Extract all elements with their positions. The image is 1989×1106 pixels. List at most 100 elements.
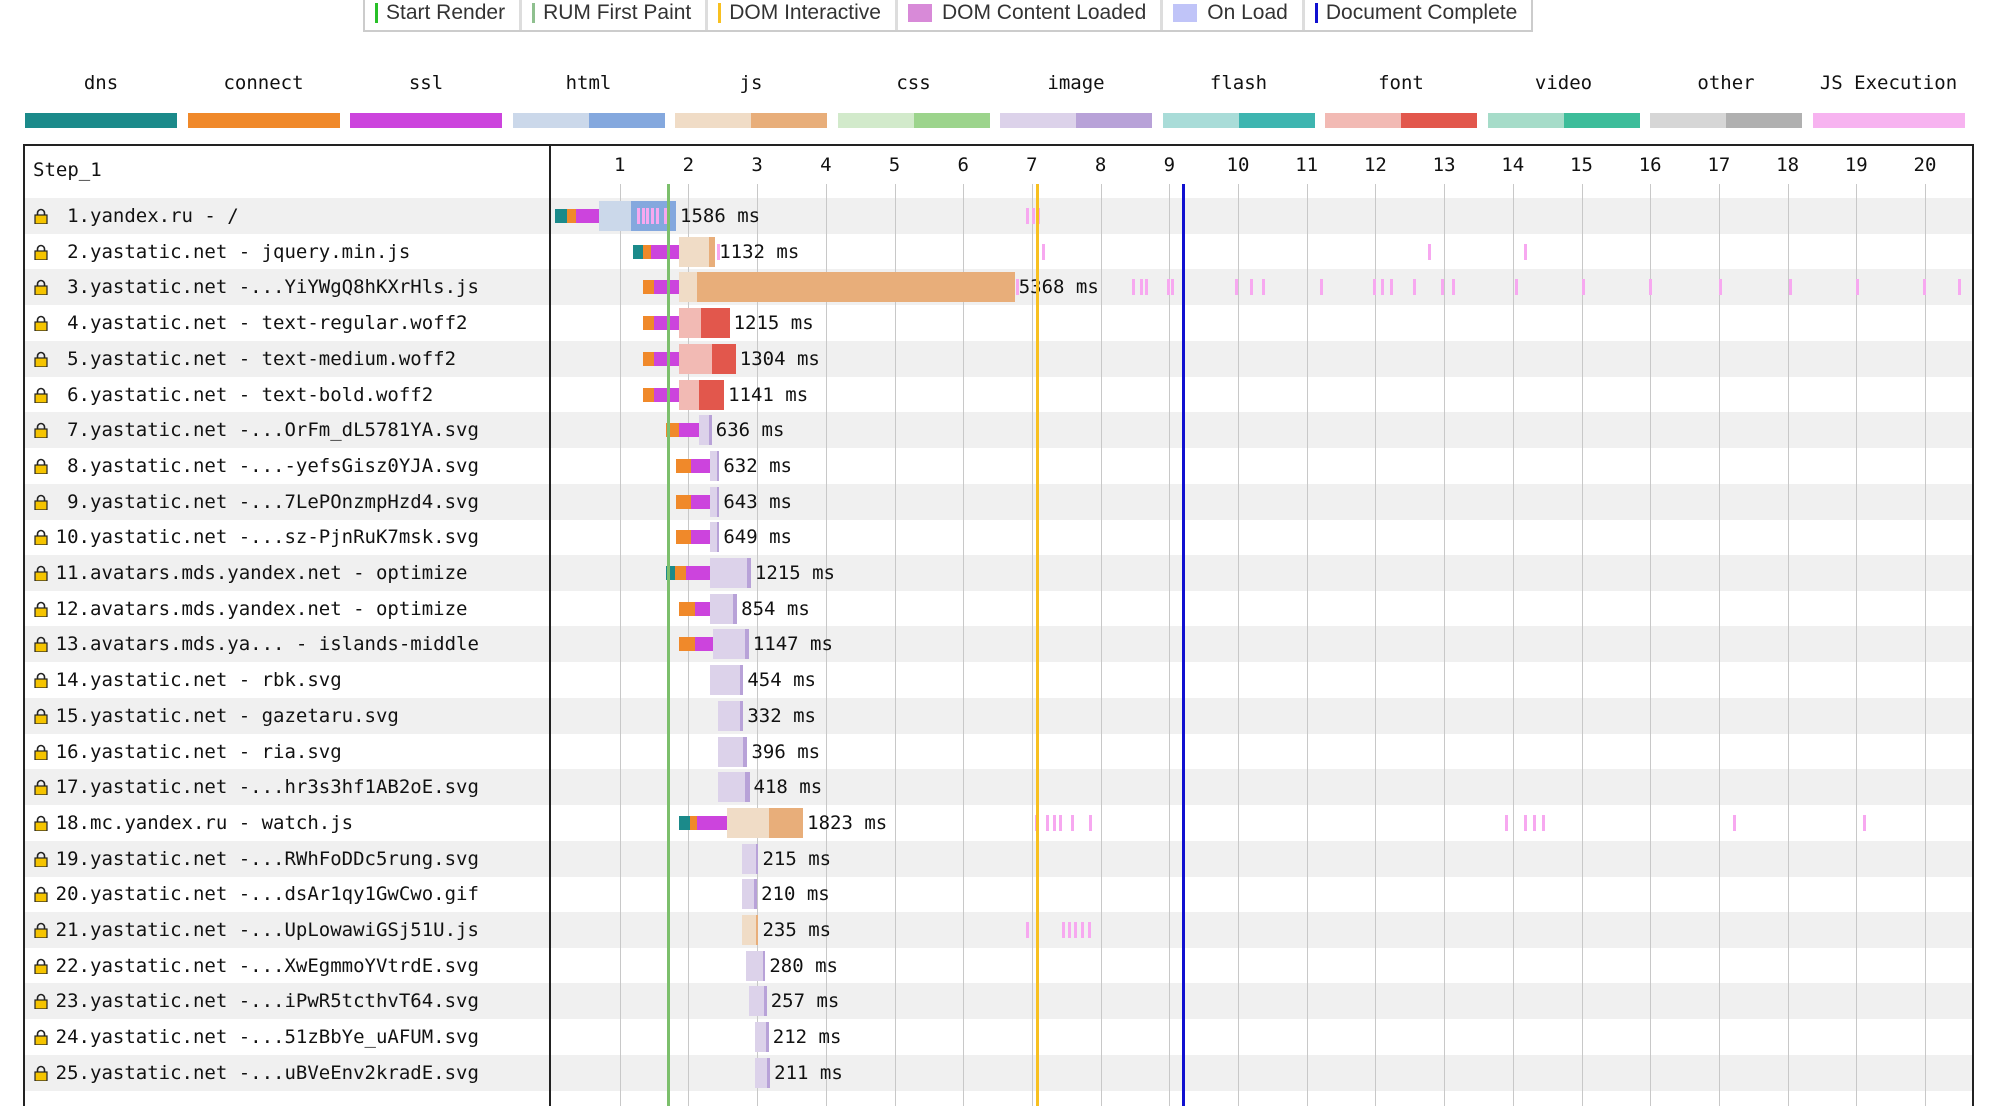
lock-icon [33,707,49,725]
legend-swatch [1173,4,1198,22]
request-label[interactable]: 24. yastatic.net -...51zBbYe_uAFUM.svg [33,1019,479,1055]
waterfall-table: 1. yandex.ru - /2. yastatic.net - jquery… [23,144,1974,1106]
time-tick-label: 7 [1026,154,1038,176]
grid-line [1925,184,1926,1106]
request-label[interactable]: 10. yastatic.net -...sz-PjnRuK7msk.svg [33,519,479,555]
type-legend-label: connect [223,72,304,94]
js-execution-mark [1732,814,1736,831]
request-label[interactable]: 17. yastatic.net -...hr3s3hf1AB2oE.svg [33,769,479,805]
download-segment [733,593,738,624]
type-legend-label: dns [83,72,119,94]
js-execution-mark [1171,279,1175,296]
request-label[interactable]: 13. avatars.mds.ya... - islands-middle [33,626,479,662]
request-number: 22. [55,954,90,977]
request-number: 8. [67,454,90,477]
request-duration: 212 ms [772,1026,842,1049]
request-number: 21. [55,919,90,941]
request-url: yastatic.net - gazetaru.svg [90,704,399,727]
grid-line [1169,184,1171,1106]
request-number: 16. [55,740,90,763]
request-number: 7. [67,419,90,442]
request-label[interactable]: 22. yastatic.net -...XwEgmmoYVtrdE.svg [33,948,479,984]
request-label[interactable]: 12. avatars.mds.yandex.net - optimize [33,591,468,627]
request-duration: 210 ms [761,883,830,906]
wait-segment [678,343,712,374]
request-label[interactable]: 7. yastatic.net -...OrFm_dL5781YA.svg [33,412,479,448]
request-url: yastatic.net -...sz-PjnRuK7msk.svg [90,526,479,549]
js-execution-mark [1922,279,1926,296]
ssl-segment [691,458,711,473]
wait-segment [717,772,746,803]
request-duration: 211 ms [774,1061,843,1084]
request-label[interactable]: 25. yastatic.net -...uBVeEnv2kradE.svg [33,1055,479,1091]
request-duration: 1132 ms [719,240,800,263]
legend-swatch [1314,3,1318,23]
connect-segment [689,815,697,830]
grid-line [1100,184,1102,1106]
type-legend-swatch [350,113,502,128]
request-label[interactable]: 20. yastatic.net -...dsAr1qy1GwCwo.gif [33,876,479,912]
ssl-segment [654,280,679,295]
request-url: yastatic.net -...51zBbYe_uAFUM.svg [90,1026,479,1049]
request-label[interactable]: 18. mc.yandex.ru - watch.js [33,805,353,841]
type-legend-label: JS Execution [1819,72,1958,94]
request-label[interactable]: 6. yastatic.net - text-bold.woff2 [33,377,433,413]
js-execution-mark [1132,279,1136,296]
time-tick-label: 14 [1501,154,1525,176]
time-tick-label: 6 [957,154,969,176]
request-label[interactable]: 3. yastatic.net -...YiYWgQ8hKXrHls.js [33,269,479,305]
request-label[interactable]: 11. avatars.mds.yandex.net - optimize [33,555,468,591]
connect-segment [567,209,577,223]
request-label[interactable]: 15. yastatic.net - gazetaru.svg [33,698,399,734]
request-number: 18. [55,811,90,834]
request-duration: 643 ms [723,490,792,513]
request-label[interactable]: 9. yastatic.net -...7LePOnzmpHzd4.svg [33,484,479,520]
ssl-segment [654,387,679,402]
js-execution-mark [636,208,640,224]
request-url: yastatic.net - text-regular.woff2 [90,312,468,335]
request-url: yastatic.net -...XwEgmmoYVtrdE.svg [90,954,479,977]
request-label[interactable]: 2. yastatic.net - jquery.min.js [33,234,410,270]
request-label[interactable]: 1. yandex.ru - / [33,198,239,234]
request-label[interactable]: 5. yastatic.net - text-medium.woff2 [33,341,456,377]
request-label[interactable]: 8. yastatic.net -...-yefsGisz0YJA.svg [33,448,479,484]
request-number: 13. [55,633,90,656]
legend-label: DOM Content Loaded [941,1,1147,24]
js-execution-mark [1380,279,1384,296]
request-url: yastatic.net -...7LePOnzmpHzd4.svg [90,490,479,513]
grid-line [1718,184,1720,1106]
ssl-segment [695,601,711,616]
js-execution-mark [1504,814,1508,831]
request-duration: 1215 ms [754,562,835,584]
request-label[interactable]: 23. yastatic.net -...iPwR5tcthvT64.svg [33,983,479,1019]
js-execution-mark [1451,279,1455,296]
js-execution-mark [1081,922,1085,938]
lock-icon [33,885,49,903]
wait-segment [741,879,755,910]
lock-icon [33,386,49,404]
wait-segment [698,415,709,446]
lock-icon [33,528,49,546]
event-legend: Start Render RUM First Paint DOM Interacti… [363,0,1534,32]
request-duration: 1147 ms [752,633,833,656]
ssl-segment [691,530,711,545]
request-url: yastatic.net - text-medium.woff2 [90,347,457,370]
lock-icon [33,600,49,618]
js-execution-mark [1389,279,1393,296]
lock-icon [33,778,49,796]
ssl-segment [654,351,679,366]
legend-label: Start Render [386,1,506,24]
request-label[interactable]: 19. yastatic.net -...RWhFoDDc5rung.svg [33,841,479,877]
js-execution-mark [1026,922,1030,938]
request-number: 25. [55,1061,90,1084]
request-label[interactable]: 16. yastatic.net - ria.svg [33,734,342,770]
js-execution-mark [1139,279,1143,296]
request-label[interactable]: 4. yastatic.net - text-regular.woff2 [33,305,468,341]
js-execution-mark [1262,279,1266,296]
request-duration: 454 ms [747,669,816,692]
request-label[interactable]: 14. yastatic.net - rbk.svg [33,662,342,698]
request-url: yastatic.net -...iPwR5tcthvT64.svg [90,990,479,1013]
request-url: yastatic.net -...hr3s3hf1AB2oE.svg [90,776,479,799]
request-label[interactable]: 21. yastatic.net -...UpLowawiGSj51U.js [33,912,479,948]
wait-segment [741,843,756,874]
